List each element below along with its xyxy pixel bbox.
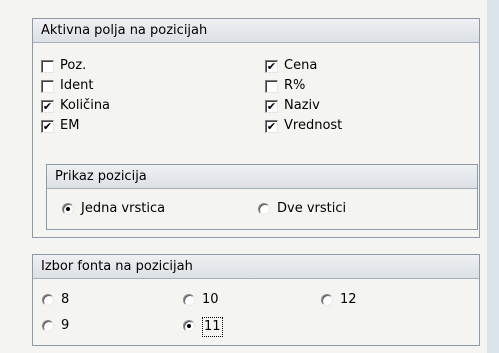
radio-label: 8 [61, 292, 70, 307]
display-group: Prikaz pozicija Jedna vrstica Dve vrstic… [46, 164, 478, 230]
radio-label: 11 [202, 317, 223, 337]
checkbox-label: R% [284, 78, 306, 93]
radio-circle[interactable] [42, 320, 54, 332]
radio-circle[interactable] [42, 294, 54, 306]
radio-circle[interactable] [183, 294, 195, 306]
checkbox-label: Cena [284, 58, 318, 73]
font-choice-group-title: Izbor fonta na pozicijah [33, 255, 479, 279]
checkbox-box[interactable]: ✔ [265, 120, 278, 133]
checkbox-box[interactable] [41, 60, 54, 73]
radio-label: 12 [340, 292, 357, 307]
radio-label: 9 [61, 318, 70, 333]
radio-selected-dot [187, 324, 191, 328]
checkbox-box[interactable] [265, 80, 278, 93]
checkbox-box[interactable]: ✔ [265, 60, 278, 73]
checkbox-label: Poz. [60, 58, 87, 73]
display-group-title: Prikaz pozicija [47, 165, 477, 189]
active-fields-group: Aktivna polja na pozicijah Poz. Ident ✔ … [32, 18, 480, 238]
radio-label: 10 [202, 292, 219, 307]
checkbox-label: Naziv [284, 98, 320, 113]
radio-circle[interactable] [258, 203, 270, 215]
radio-label: Dve vrstici [277, 201, 347, 216]
checkbox-box[interactable]: ✔ [265, 100, 278, 113]
radio-selected-dot [66, 207, 70, 211]
checkbox-label: EM [60, 118, 80, 133]
checkbox-label: Ident [60, 78, 94, 93]
font-choice-group: Izbor fonta na pozicijah 8 10 12 9 11 [32, 254, 480, 346]
active-fields-group-title: Aktivna polja na pozicijah [33, 19, 479, 43]
settings-panel: Aktivna polja na pozicijah Poz. Ident ✔ … [0, 0, 487, 353]
checkbox-box[interactable] [41, 80, 54, 93]
radio-circle[interactable] [321, 294, 333, 306]
checkbox-box[interactable]: ✔ [41, 100, 54, 113]
radio-circle[interactable] [62, 203, 74, 215]
checkbox-label: Količina [60, 98, 111, 113]
radio-label: Jedna vrstica [81, 201, 166, 216]
checkbox-box[interactable]: ✔ [41, 120, 54, 133]
checkbox-label: Vrednost [284, 118, 343, 133]
radio-circle[interactable] [183, 320, 195, 332]
